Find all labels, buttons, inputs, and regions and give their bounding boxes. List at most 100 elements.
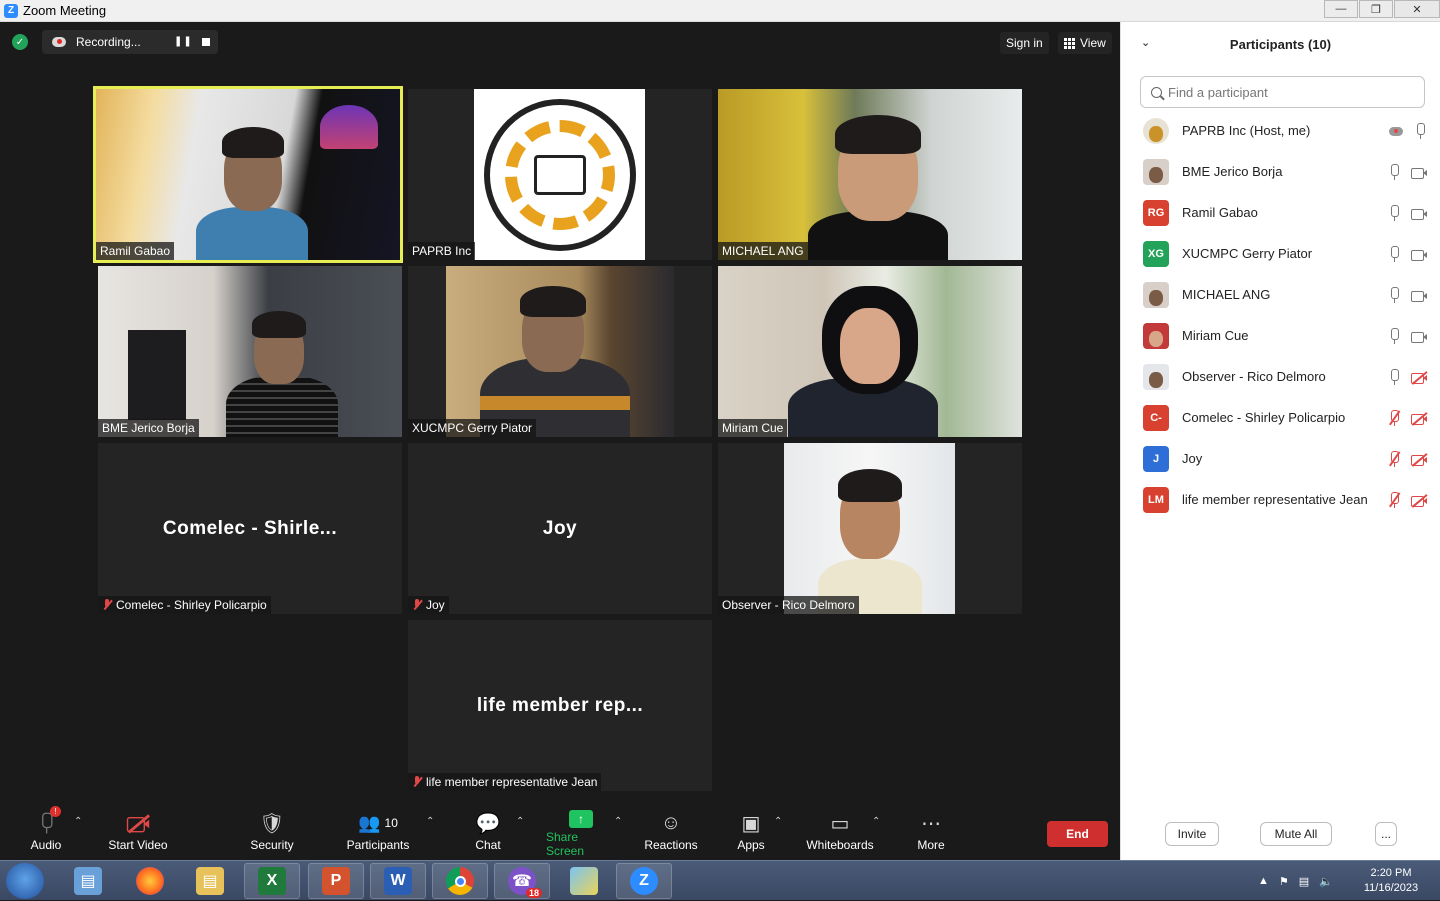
network-icon[interactable]: ▤ <box>1299 875 1309 888</box>
view-button[interactable]: View <box>1058 32 1112 54</box>
chat-button[interactable]: 💬 Chat <box>474 810 502 856</box>
video-camera-icon[interactable] <box>1411 208 1427 220</box>
minimize-button[interactable]: — <box>1324 0 1358 18</box>
video-tile-ramil-gabao[interactable]: Ramil Gabao <box>93 86 403 263</box>
video-camera-off-icon[interactable] <box>1411 411 1428 425</box>
taskbar-powerpoint[interactable]: P <box>308 863 364 899</box>
participant-row[interactable]: PAPRB Inc (Host, me) <box>1121 110 1440 151</box>
video-tile-xucmpc-gerry-piator[interactable]: XUCMPC Gerry Piator <box>408 266 712 437</box>
participants-button[interactable]: 👥 10 Participants <box>344 810 412 856</box>
mic-muted-icon[interactable] <box>1387 451 1401 467</box>
mic-icon[interactable] <box>1387 328 1401 344</box>
invite-button[interactable]: Invite <box>1165 822 1219 846</box>
maximize-button[interactable]: ❐ <box>1359 0 1393 18</box>
end-meeting-button[interactable]: End <box>1047 821 1108 847</box>
taskbar-firefox[interactable] <box>122 863 178 899</box>
participant-row[interactable]: Miriam Cue <box>1121 315 1440 356</box>
participant-face <box>221 127 285 211</box>
video-tile-miriam-cue[interactable]: Miriam Cue <box>718 266 1022 437</box>
security-button[interactable]: 🛡 Security <box>248 810 296 856</box>
participant-row[interactable]: BME Jerico Borja <box>1121 151 1440 192</box>
volume-icon[interactable]: 🔈 <box>1319 875 1333 888</box>
zoom-logo-icon: Z <box>4 3 18 18</box>
video-camera-icon[interactable] <box>1411 331 1427 343</box>
mic-icon[interactable] <box>1387 287 1401 303</box>
windows-start-button[interactable] <box>6 863 44 899</box>
video-camera-off-icon[interactable] <box>1411 452 1428 466</box>
apps-button[interactable]: ▣ Apps <box>736 810 766 856</box>
audio-button[interactable]: ! Audio <box>28 806 64 856</box>
participant-row[interactable]: XG XUCMPC Gerry Piator <box>1121 233 1440 274</box>
video-camera-off-icon[interactable] <box>1411 370 1428 384</box>
participant-search-input[interactable] <box>1168 84 1408 100</box>
collapse-chevron-down-icon[interactable]: ⌄ <box>1141 36 1150 49</box>
taskbar-excel[interactable]: X <box>244 863 300 899</box>
action-center-flag-icon[interactable]: ⚑ <box>1279 875 1289 888</box>
participant-row[interactable]: LM life member representative Jean <box>1121 479 1440 520</box>
video-camera-icon[interactable] <box>1411 167 1427 179</box>
video-camera-off-icon[interactable] <box>1411 493 1428 507</box>
viber-icon: ☎ 18 <box>508 867 542 898</box>
sign-in-button[interactable]: Sign in <box>1000 32 1049 54</box>
more-dots-icon: ⋯ <box>921 812 941 835</box>
taskbar-viber[interactable]: ☎ 18 <box>494 863 550 899</box>
taskbar-folder[interactable]: ▤ <box>182 863 238 899</box>
video-tile-paprb-inc[interactable]: PAPRB Inc <box>408 89 712 260</box>
system-tray: ▲ ⚑ ▤ 🔈 <box>1258 861 1333 901</box>
participants-options-chevron-icon[interactable]: ⌃ <box>426 816 434 827</box>
participant-name: PAPRB Inc (Host, me) <box>1182 123 1311 138</box>
video-tile-bme-jerico-borja[interactable]: BME Jerico Borja <box>98 266 402 437</box>
participant-row[interactable]: J Joy <box>1121 438 1440 479</box>
audio-options-chevron-icon[interactable]: ⌃ <box>74 816 82 827</box>
tray-expand-chevron-icon[interactable]: ▲ <box>1258 875 1269 887</box>
mic-icon[interactable] <box>1413 123 1427 139</box>
video-camera-off-icon <box>126 810 150 836</box>
participant-row[interactable]: RG Ramil Gabao <box>1121 192 1440 233</box>
video-camera-icon[interactable] <box>1411 249 1427 261</box>
more-options-button[interactable]: ... <box>1375 822 1397 846</box>
taskbar-chrome[interactable] <box>432 863 488 899</box>
taskbar-explorer[interactable]: ▤ <box>60 863 116 899</box>
video-tile-michael-ang[interactable]: MICHAEL ANG <box>718 89 1022 260</box>
mic-icon[interactable] <box>1387 369 1401 385</box>
video-tile-joy[interactable]: Joy Joy <box>408 443 712 614</box>
start-video-button[interactable]: Start Video <box>106 810 170 856</box>
tile-name-text: Comelec - Shirley Policarpio <box>116 598 267 612</box>
participant-row[interactable]: Observer - Rico Delmoro <box>1121 356 1440 397</box>
avatar <box>1143 117 1169 144</box>
taskbar-paint[interactable] <box>556 863 612 899</box>
whiteboards-button[interactable]: ▭ Whiteboards <box>806 810 874 856</box>
taskbar-zoom[interactable]: Z <box>616 863 672 899</box>
close-button[interactable]: ✕ <box>1394 0 1440 18</box>
encryption-shield-icon[interactable]: ✓ <box>12 34 28 50</box>
taskbar-word[interactable]: W <box>370 863 426 899</box>
mic-icon[interactable] <box>1387 246 1401 262</box>
mic-icon[interactable] <box>1387 164 1401 180</box>
clock-time: 2:20 PM <box>1370 867 1412 879</box>
apps-options-chevron-icon[interactable]: ⌃ <box>774 816 782 827</box>
mute-all-button[interactable]: Mute All <box>1260 822 1332 846</box>
whiteboard-icon: ▭ <box>830 812 850 835</box>
whiteboards-options-chevron-icon[interactable]: ⌃ <box>872 816 880 827</box>
chat-options-chevron-icon[interactable]: ⌃ <box>516 816 524 827</box>
share-options-chevron-icon[interactable]: ⌃ <box>614 816 622 827</box>
video-tile-comelec-shirley-policarpio[interactable]: Comelec - Shirle... Comelec - Shirley Po… <box>98 443 402 614</box>
mic-muted-icon[interactable] <box>1387 410 1401 426</box>
reactions-button[interactable]: ☺ Reactions <box>644 810 698 856</box>
apps-icon: ▣ <box>741 812 761 835</box>
participant-name: MICHAEL ANG <box>1182 287 1271 302</box>
more-button[interactable]: ⋯ More <box>914 810 948 856</box>
video-tile-observer-rico-delmoro[interactable]: Observer - Rico Delmoro <box>718 443 1022 614</box>
participant-search[interactable] <box>1140 76 1425 108</box>
video-tile-life-member-jean[interactable]: life member rep... life member represent… <box>408 620 712 791</box>
video-camera-icon[interactable] <box>1411 290 1427 302</box>
share-screen-button[interactable]: ↑ Share Screen <box>546 810 616 858</box>
participant-row[interactable]: C- Comelec - Shirley Policarpio <box>1121 397 1440 438</box>
mic-muted-icon[interactable] <box>1387 492 1401 508</box>
participant-row[interactable]: MICHAEL ANG <box>1121 274 1440 315</box>
system-clock[interactable]: 2:20 PM 11/16/2023 <box>1354 866 1428 896</box>
stop-recording-icon[interactable] <box>202 38 210 46</box>
mic-icon[interactable] <box>1387 205 1401 221</box>
pause-recording-icon[interactable]: ❚❚ <box>174 36 193 47</box>
tile-name-label: Observer - Rico Delmoro <box>718 596 859 614</box>
